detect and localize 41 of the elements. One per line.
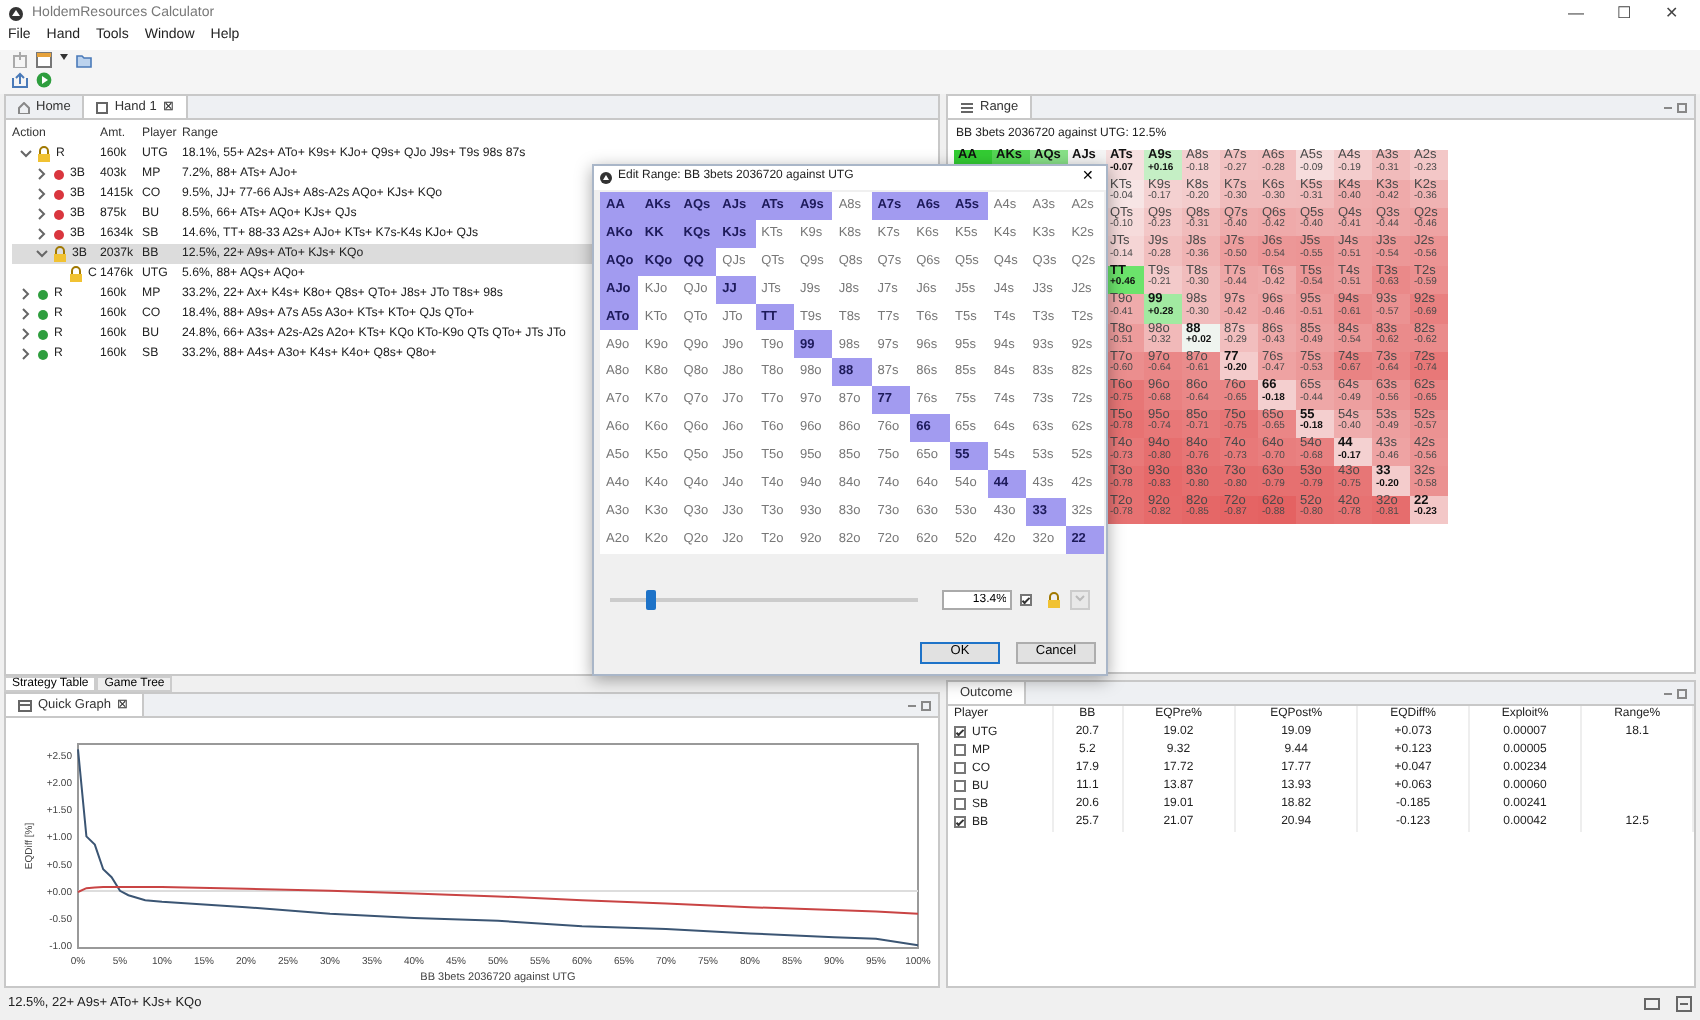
list-icon (960, 101, 974, 113)
graph-icon (18, 699, 32, 711)
checkbox[interactable] (954, 815, 966, 828)
checkbox[interactable] (954, 761, 966, 774)
checkbox[interactable] (954, 725, 966, 738)
panel-controls-icon[interactable] (1662, 101, 1688, 113)
calendar-icon[interactable] (36, 52, 52, 68)
chevron-icon[interactable] (36, 188, 48, 200)
maximize-button[interactable]: ☐ (1604, 4, 1644, 24)
lock-icon (36, 146, 52, 162)
chevron-icon[interactable] (36, 168, 48, 180)
checkbox[interactable] (954, 743, 966, 756)
caret-icon (1074, 594, 1087, 603)
chevron-icon[interactable] (20, 288, 32, 300)
app-logo-icon (8, 6, 24, 22)
panel-controls-icon[interactable] (1662, 687, 1688, 699)
slider-thumb[interactable] (646, 589, 657, 610)
monitor-icon[interactable] (1644, 996, 1660, 1012)
export-icon[interactable] (12, 72, 28, 88)
lock-icon (52, 246, 68, 262)
caret-icon[interactable] (60, 52, 68, 62)
run-icon[interactable] (36, 72, 52, 88)
chevron-icon[interactable] (36, 228, 48, 240)
panel-controls-icon[interactable] (906, 699, 932, 711)
chevron-icon[interactable] (20, 328, 32, 340)
chevron-icon[interactable] (20, 348, 32, 360)
home-icon (18, 101, 30, 113)
minimize-button[interactable]: — (1556, 4, 1596, 24)
chevron-icon[interactable] (36, 248, 48, 260)
chevron-icon[interactable] (20, 308, 32, 320)
document-icon (96, 101, 109, 113)
checkbox[interactable] (954, 779, 966, 792)
checkbox[interactable] (1020, 593, 1033, 606)
close-button[interactable]: ✕ (1652, 4, 1692, 24)
app-logo-icon (600, 172, 612, 184)
chevron-icon[interactable] (20, 148, 32, 160)
checkbox[interactable] (954, 797, 966, 810)
minimize-icon[interactable] (1676, 996, 1692, 1012)
lock-icon (68, 266, 84, 282)
lock-icon (1046, 591, 1063, 608)
chevron-icon[interactable] (36, 208, 48, 220)
